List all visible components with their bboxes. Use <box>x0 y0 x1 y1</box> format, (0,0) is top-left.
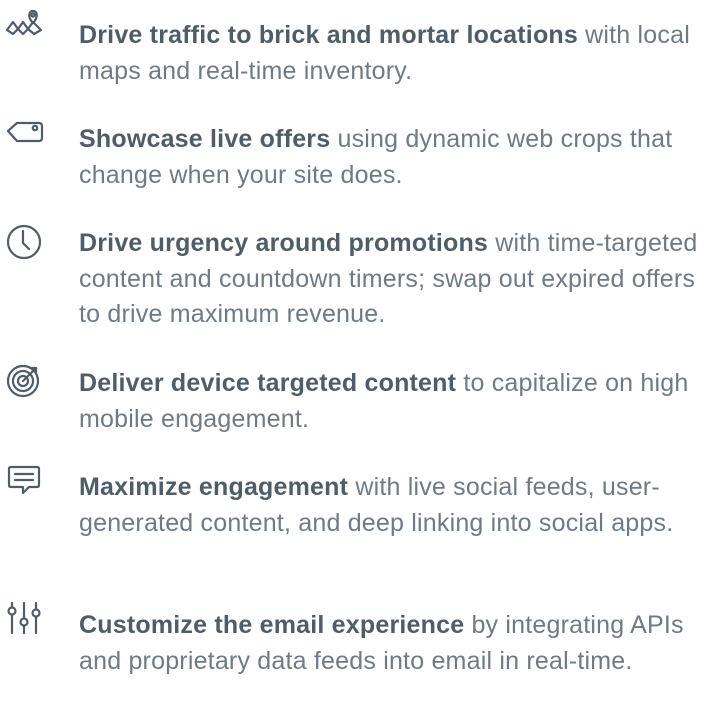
feature-headline: Deliver device targeted content <box>79 369 457 397</box>
price-tag-icon <box>4 112 44 152</box>
feature-headline: Drive urgency around promotions <box>79 229 489 257</box>
feature-headline: Customize the email experience <box>79 611 465 639</box>
map-pin-icon <box>4 8 44 48</box>
feature-list: Drive traffic to brick and mortar locati… <box>0 0 711 707</box>
feature-headline: Maximize engagement <box>79 473 349 501</box>
target-icon <box>4 360 44 400</box>
sliders-icon <box>4 598 44 638</box>
feature-headline: Showcase live offers <box>79 125 331 153</box>
clock-icon <box>4 222 44 262</box>
feature-headline: Drive traffic to brick and mortar locati… <box>79 21 578 49</box>
chat-bubble-icon <box>4 460 44 500</box>
